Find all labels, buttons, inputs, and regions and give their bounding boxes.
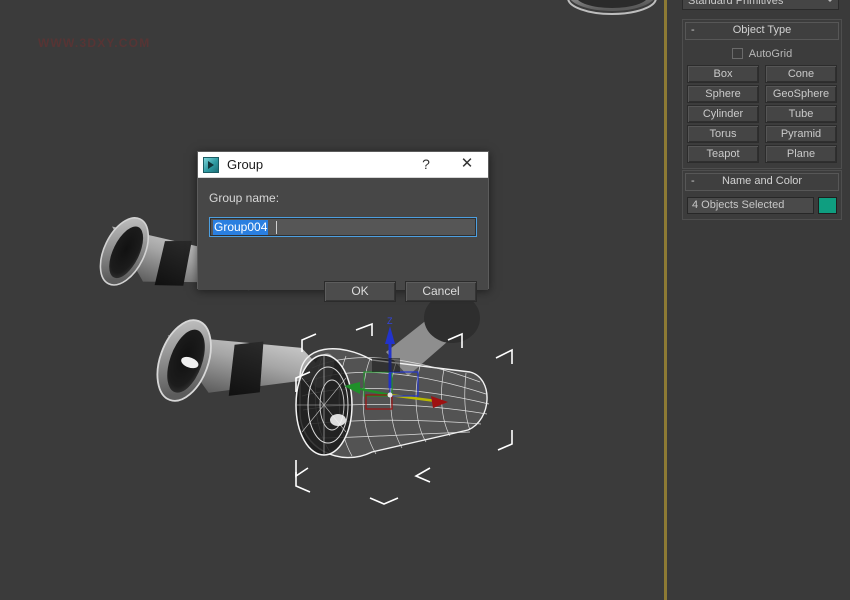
- name-and-color-row: 4 Objects Selected: [687, 196, 837, 214]
- collapse-icon[interactable]: -: [691, 174, 695, 189]
- close-icon[interactable]: ✕: [454, 155, 480, 174]
- object-button-cylinder[interactable]: Cylinder: [687, 105, 759, 123]
- object-type-rollout: - Object Type AutoGrid Box Cone Sphere G…: [682, 19, 842, 169]
- ok-button[interactable]: OK: [324, 281, 396, 302]
- group-name-label: Group name:: [209, 191, 279, 205]
- object-button-torus[interactable]: Torus: [687, 125, 759, 143]
- name-and-color-rollout-header[interactable]: - Name and Color: [685, 173, 839, 191]
- command-panel: Standard Primitives - Object Type AutoGr…: [676, 0, 850, 600]
- object-type-rollout-header[interactable]: - Object Type: [685, 22, 839, 40]
- object-button-teapot[interactable]: Teapot: [687, 145, 759, 163]
- dialog-title-bar[interactable]: Group ? ✕: [198, 152, 488, 178]
- dialog-title: Group: [227, 157, 263, 172]
- object-color-swatch[interactable]: [818, 197, 837, 214]
- cancel-button[interactable]: Cancel: [405, 281, 477, 302]
- chevron-down-icon: [826, 0, 834, 2]
- object-button-box[interactable]: Box: [687, 65, 759, 83]
- dialog-body: Group name: Group004 OK Cancel: [198, 178, 488, 290]
- gizmo-z-label: Z: [387, 316, 393, 326]
- help-icon[interactable]: ?: [416, 155, 436, 174]
- panel-gutter: [667, 0, 676, 600]
- object-button-sphere[interactable]: Sphere: [687, 85, 759, 103]
- primitive-category-value: Standard Primitives: [688, 0, 783, 7]
- 3ds-max-window: Z WWW.3DXY.COM: [0, 0, 850, 600]
- object-name-field[interactable]: 4 Objects Selected: [687, 197, 814, 214]
- text-caret: [276, 221, 277, 234]
- group-dialog: Group ? ✕ Group name: Group004 OK Cancel: [197, 151, 489, 289]
- autogrid-label: AutoGrid: [749, 48, 792, 60]
- object-type-rollout-title: Object Type: [733, 24, 792, 36]
- object-button-cone[interactable]: Cone: [765, 65, 837, 83]
- object-type-button-grid: Box Cone Sphere GeoSphere Cylinder Tube …: [687, 65, 837, 163]
- shadow-patch: [372, 358, 400, 372]
- object-button-geosphere[interactable]: GeoSphere: [765, 85, 837, 103]
- collapse-icon[interactable]: -: [691, 23, 695, 38]
- group-app-icon: [203, 157, 219, 173]
- group-name-value: Group004: [213, 220, 268, 235]
- object-button-plane[interactable]: Plane: [765, 145, 837, 163]
- primitive-category-dropdown[interactable]: Standard Primitives: [682, 0, 839, 10]
- name-and-color-rollout: - Name and Color 4 Objects Selected: [682, 170, 842, 220]
- watermark-top-left: WWW.3DXY.COM: [38, 36, 150, 50]
- object-button-pyramid[interactable]: Pyramid: [765, 125, 837, 143]
- autogrid-checkbox[interactable]: [732, 48, 743, 59]
- group-name-input[interactable]: Group004: [209, 217, 477, 237]
- object-button-tube[interactable]: Tube: [765, 105, 837, 123]
- autogrid-row[interactable]: AutoGrid: [687, 45, 837, 62]
- name-and-color-rollout-title: Name and Color: [722, 175, 802, 187]
